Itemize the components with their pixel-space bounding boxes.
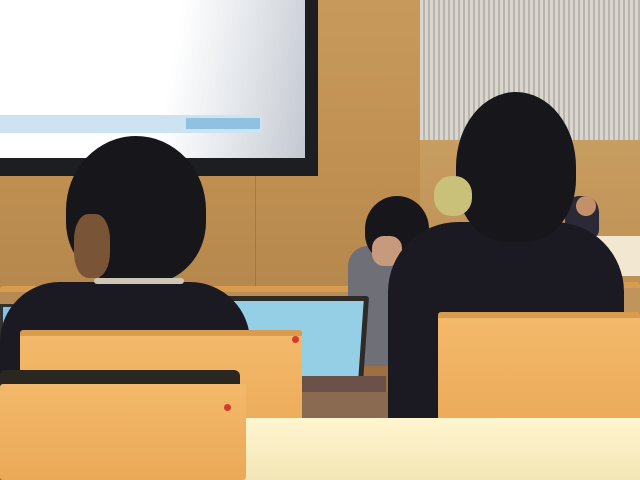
person-left-ear	[74, 214, 110, 278]
seat-number-marker	[292, 336, 299, 343]
screen-content-highlight	[186, 118, 260, 129]
wall-seam	[255, 170, 256, 290]
seat-number-marker	[224, 404, 231, 411]
projector-screen	[0, 0, 305, 158]
person-right-head	[456, 92, 576, 242]
drink-bottle	[434, 176, 472, 216]
desk-front	[240, 418, 640, 480]
desk-surface-middle	[296, 392, 396, 420]
shirt-collar	[94, 278, 184, 284]
presenter-head	[576, 196, 596, 216]
chair-back-front	[0, 384, 246, 480]
